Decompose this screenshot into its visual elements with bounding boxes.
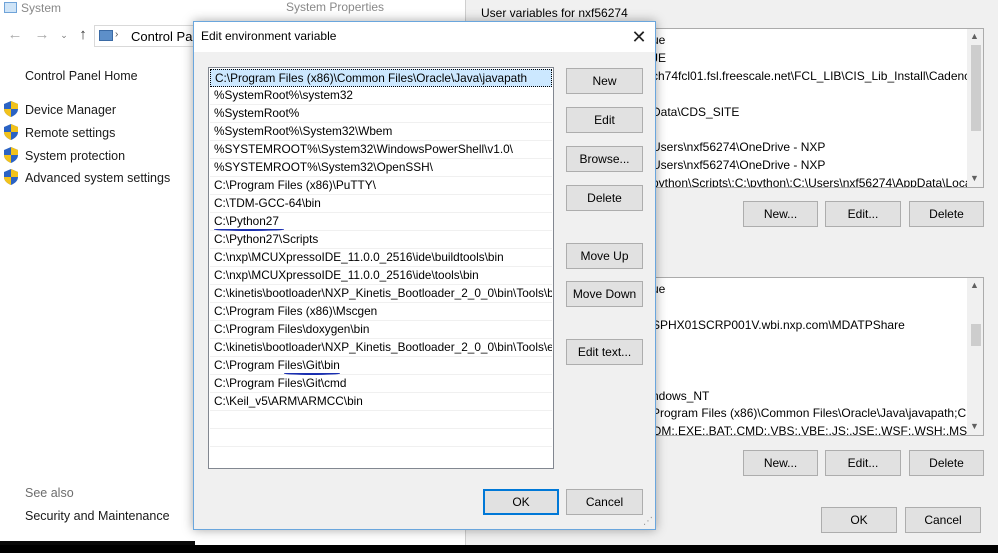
dialog-title: Edit environment variable — [201, 29, 337, 43]
computer-icon — [4, 2, 17, 13]
ok-button[interactable]: OK — [483, 489, 559, 515]
list-item[interactable]: %SystemRoot%\system32 — [210, 87, 552, 105]
address-box[interactable]: › Control Panel — [94, 25, 210, 47]
list-item[interactable]: %SystemRoot% — [210, 105, 552, 123]
scroll-up-arrow-icon[interactable]: ▲ — [970, 280, 979, 290]
list-item[interactable]: C:\kinetis\bootloader\NXP_Kinetis_Bootlo… — [210, 285, 552, 303]
back-arrow-icon[interactable]: ← — [6, 26, 24, 44]
browse-button[interactable]: Browse... — [566, 146, 643, 172]
list-item[interactable]: Users\nxf56274\OneDrive - NXP — [652, 158, 825, 172]
scroll-down-arrow-icon[interactable]: ▼ — [970, 421, 979, 431]
list-item[interactable]: C:\Keil_v5\ARM\ARMCC\bin — [210, 393, 552, 411]
env-cancel-button[interactable]: Cancel — [905, 507, 981, 533]
user-delete-button[interactable]: Delete — [909, 201, 984, 227]
annotation-underline — [284, 372, 340, 375]
list-item[interactable]: C:\Program Files (x86)\PuTTY\ — [210, 177, 552, 195]
list-item[interactable]: Data\CDS_SITE — [652, 105, 739, 119]
system-properties-title: System Properties — [286, 0, 385, 14]
scroll-thumb[interactable] — [971, 45, 981, 131]
cancel-button[interactable]: Cancel — [566, 489, 643, 515]
list-item[interactable]: SPHX01SCRP001V.wbi.nxp.com\MDATPShare — [652, 318, 905, 332]
advanced-system-settings-link[interactable]: Advanced system settings — [25, 171, 170, 185]
shield-icon — [4, 124, 18, 140]
forward-arrow-icon[interactable]: → — [33, 26, 51, 44]
list-item[interactable]: C:\Program Files\doxygen\bin — [210, 321, 552, 339]
list-item[interactable]: ch74fcl01.fsl.freescale.net\FCL_LIB\CIS_… — [652, 69, 983, 83]
chevron-down-icon[interactable]: ⌄ — [55, 26, 73, 44]
move-down-button[interactable]: Move Down — [566, 281, 643, 307]
edit-text-button[interactable]: Edit text... — [566, 339, 643, 365]
system-titlebar: System — [0, 0, 280, 18]
edit-environment-variable-dialog: Edit environment variable ✕ C:\Program F… — [193, 21, 656, 530]
list-item[interactable]: Users\nxf56274\OneDrive - NXP — [652, 140, 825, 154]
breadcrumb-chevron-icon: › — [115, 29, 119, 40]
move-up-button[interactable]: Move Up — [566, 243, 643, 269]
list-item[interactable]: C:\kinetis\bootloader\NXP_Kinetis_Bootlo… — [210, 339, 552, 357]
up-arrow-icon[interactable]: ↑ — [74, 26, 92, 44]
address-bar: ← → ⌄ ↑ › Control Panel — [0, 22, 210, 50]
taskbar-strip — [0, 545, 998, 553]
list-item[interactable]: C:\nxp\MCUXpressoIDE_11.0.0_2516\ide\bui… — [210, 249, 552, 267]
scroll-down-arrow-icon[interactable]: ▼ — [970, 173, 979, 183]
annotation-underline — [214, 228, 284, 231]
system-title: System — [21, 1, 62, 15]
user-edit-button[interactable]: Edit... — [825, 201, 901, 227]
resize-grip-icon[interactable]: ⋰ — [643, 517, 653, 527]
system-protection-link[interactable]: System protection — [25, 149, 125, 163]
list-item[interactable] — [210, 429, 552, 447]
new-button[interactable]: New — [566, 68, 643, 94]
system-new-button[interactable]: New... — [743, 450, 818, 476]
shield-icon — [4, 147, 18, 163]
env-ok-button[interactable]: OK — [821, 507, 897, 533]
list-item[interactable] — [210, 411, 552, 429]
shield-icon — [4, 169, 18, 185]
user-list-scrollbar[interactable]: ▲ ▼ — [967, 29, 983, 187]
system-delete-button[interactable]: Delete — [909, 450, 984, 476]
list-item[interactable]: C:\nxp\MCUXpressoIDE_11.0.0_2516\ide\too… — [210, 267, 552, 285]
list-item[interactable]: Program Files (x86)\Common Files\Oracle\… — [652, 406, 983, 420]
edit-button[interactable]: Edit — [566, 107, 643, 133]
list-item[interactable]: C:\Python27\Scripts — [210, 231, 552, 249]
remote-settings-link[interactable]: Remote settings — [25, 126, 115, 140]
list-item[interactable]: C:\TDM-GCC-64\bin — [210, 195, 552, 213]
see-also-heading: See also — [25, 486, 74, 500]
dialog-titlebar[interactable]: Edit environment variable ✕ — [194, 22, 655, 52]
list-item[interactable]: ndows_NT — [652, 389, 709, 403]
user-variables-label: User variables for nxf56274 — [481, 6, 628, 20]
device-manager-link[interactable]: Device Manager — [25, 103, 116, 117]
control-panel-home-link[interactable]: Control Panel Home — [25, 69, 138, 83]
list-item[interactable]: %SystemRoot%\System32\Wbem — [210, 123, 552, 141]
list-item[interactable]: C:\Program Files\Git\bin — [210, 357, 552, 375]
security-maintenance-link[interactable]: Security and Maintenance — [25, 509, 170, 523]
path-list[interactable]: C:\Program Files (x86)\Common Files\Orac… — [208, 67, 554, 469]
delete-button[interactable]: Delete — [566, 185, 643, 211]
system-list-scrollbar[interactable]: ▲ ▼ — [967, 278, 983, 435]
scroll-up-arrow-icon[interactable]: ▲ — [970, 31, 979, 41]
list-item[interactable]: %SYSTEMROOT%\System32\OpenSSH\ — [210, 159, 552, 177]
list-item[interactable]: C:\Program Files (x86)\Common Files\Orac… — [210, 69, 552, 87]
list-item[interactable]: C:\Program Files\Git\cmd — [210, 375, 552, 393]
list-item[interactable]: python\Scripts\;C:\python\;C:\Users\nxf5… — [652, 176, 983, 187]
shield-icon — [4, 101, 18, 117]
list-item[interactable]: %SYSTEMROOT%\System32\WindowsPowerShell\… — [210, 141, 552, 159]
user-new-button[interactable]: New... — [743, 201, 818, 227]
list-item[interactable]: C:\Program Files (x86)\Mscgen — [210, 303, 552, 321]
list-item[interactable]: OM;.EXE;.BAT;.CMD;.VBS;.VBE;.JS;.JSE;.WS… — [652, 424, 976, 435]
system-edit-button[interactable]: Edit... — [825, 450, 901, 476]
scroll-thumb[interactable] — [971, 324, 981, 346]
close-icon[interactable]: ✕ — [624, 24, 654, 50]
control-panel-icon — [99, 30, 113, 41]
